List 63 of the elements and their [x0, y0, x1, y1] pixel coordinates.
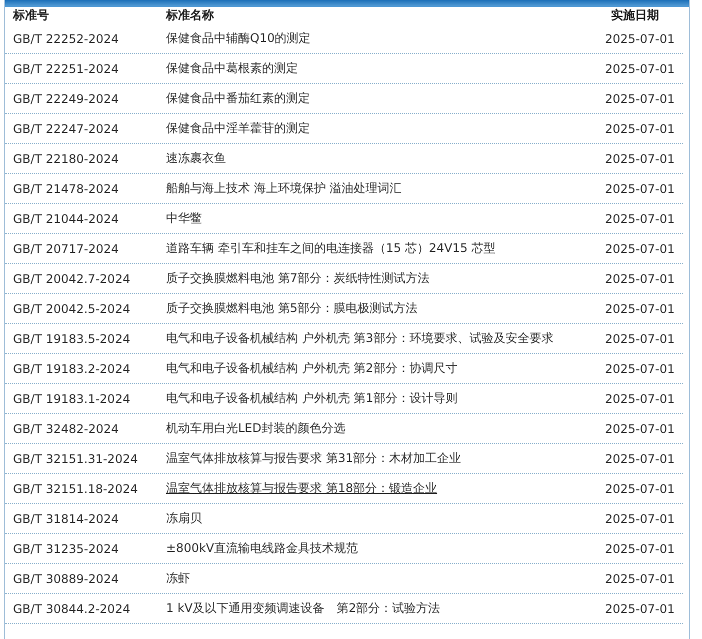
- effective-date: 2025-07-01: [605, 512, 676, 526]
- effective-date: 2025-07-01: [605, 362, 676, 376]
- effective-date: 2025-07-01: [605, 152, 676, 166]
- effective-date: 2025-07-01: [605, 242, 676, 256]
- standard-name-link[interactable]: ±800kV直流输电线路金具技术规范: [166, 541, 358, 555]
- standard-name-link[interactable]: 冻扇贝: [166, 511, 202, 525]
- effective-date: 2025-07-01: [605, 452, 676, 466]
- standard-name-link[interactable]: 保健食品中辅酶Q10的测定: [166, 31, 311, 45]
- effective-date: 2025-07-01: [605, 32, 676, 46]
- standard-code: GB/T 20717-2024: [13, 242, 120, 256]
- effective-date: 2025-07-01: [605, 602, 676, 616]
- standard-code: GB/T 30844.2-2024: [13, 602, 132, 616]
- standard-name-link[interactable]: 1 kV及以下通用变频调速设备 第2部分：试验方法: [166, 601, 440, 615]
- standard-name-link[interactable]: 电气和电子设备机械结构 户外机壳 第3部分：环境要求、试验及安全要求: [166, 331, 554, 345]
- standard-name-link[interactable]: 质子交换膜燃料电池 第5部分：膜电极测试方法: [166, 301, 418, 315]
- standard-code: GB/T 32482-2024: [13, 422, 120, 436]
- standard-name-link[interactable]: 保健食品中淫羊藿苷的测定: [166, 121, 310, 135]
- standard-name-link[interactable]: 质子交换膜燃料电池 第7部分：炭纸特性测试方法: [166, 271, 430, 285]
- effective-date: 2025-07-01: [605, 572, 676, 586]
- standard-name-link[interactable]: 保健食品中番茄红素的测定: [166, 91, 310, 105]
- standard-name-link[interactable]: 速冻裹衣鱼: [166, 151, 226, 165]
- standard-code: GB/T 22247-2024: [13, 122, 120, 136]
- standard-code: GB/T 22252-2024: [13, 32, 120, 46]
- standard-code: GB/T 31814-2024: [13, 512, 120, 526]
- effective-date: 2025-07-01: [605, 302, 676, 316]
- standard-name-link[interactable]: 冻虾: [166, 571, 190, 585]
- standard-name-link[interactable]: 电气和电子设备机械结构 户外机壳 第1部分：设计导则: [166, 391, 458, 405]
- standard-code: GB/T 19183.1-2024: [13, 392, 132, 406]
- standard-code: GB/T 30889-2024: [13, 572, 120, 586]
- standard-code: GB/T 21478-2024: [13, 182, 120, 196]
- standard-name-link[interactable]: 机动车用白光LED封装的颜色分选: [166, 421, 346, 435]
- standard-name-link[interactable]: 温室气体排放核算与报告要求 第31部分：木材加工企业: [166, 451, 462, 465]
- effective-date: 2025-07-01: [605, 92, 676, 106]
- standard-code: GB/T 19183.2-2024: [13, 362, 132, 376]
- standard-code: GB/T 31235-2024: [13, 542, 120, 556]
- column-header: 实施日期: [611, 7, 660, 24]
- standard-code: GB/T 20042.7-2024: [13, 272, 132, 286]
- effective-date: 2025-07-01: [605, 392, 676, 406]
- standard-code: GB/T 32151.31-2024: [13, 452, 139, 466]
- column-header: 标准名称: [166, 7, 215, 24]
- effective-date: 2025-07-01: [605, 272, 676, 286]
- standard-name-link[interactable]: 温室气体排放核算与报告要求 第18部分：锻造企业: [166, 481, 438, 495]
- standard-name-link[interactable]: 道路车辆 牵引车和挂车之间的电连接器（15 芯）24V15 芯型: [166, 241, 496, 255]
- standard-name-link[interactable]: 船舶与海上技术 海上环境保护 溢油处理词汇: [166, 181, 402, 195]
- effective-date: 2025-07-01: [605, 122, 676, 136]
- standard-code: GB/T 22251-2024: [13, 62, 120, 76]
- effective-date: 2025-07-01: [605, 332, 676, 346]
- effective-date: 2025-07-01: [605, 542, 676, 556]
- effective-date: 2025-07-01: [605, 62, 676, 76]
- standard-name-link[interactable]: 保健食品中葛根素的测定: [166, 61, 298, 75]
- standard-code: GB/T 32151.18-2024: [13, 482, 139, 496]
- standard-code: GB/T 19183.5-2024: [13, 332, 132, 346]
- standard-code: GB/T 22180-2024: [13, 152, 120, 166]
- standard-code: GB/T 22249-2024: [13, 92, 120, 106]
- column-header: 标准号: [13, 7, 50, 24]
- effective-date: 2025-07-01: [605, 422, 676, 436]
- standard-code: GB/T 20042.5-2024: [13, 302, 132, 316]
- effective-date: 2025-07-01: [605, 182, 676, 196]
- standard-name-link[interactable]: 电气和电子设备机械结构 户外机壳 第2部分：协调尺寸: [166, 361, 458, 375]
- effective-date: 2025-07-01: [605, 212, 676, 226]
- standard-name-link[interactable]: 中华鳖: [166, 211, 202, 225]
- standard-code: GB/T 21044-2024: [13, 212, 120, 226]
- effective-date: 2025-07-01: [605, 482, 676, 496]
